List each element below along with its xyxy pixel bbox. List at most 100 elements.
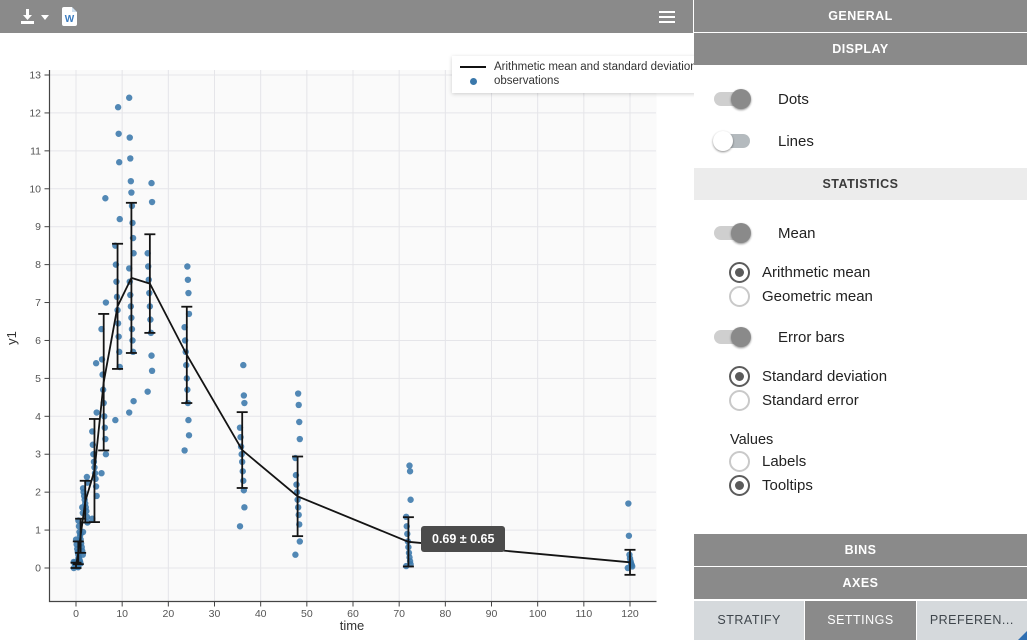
lines-toggle[interactable] bbox=[714, 134, 750, 148]
observation-dot bbox=[296, 402, 302, 408]
tab-stratify[interactable]: STRATIFY bbox=[694, 601, 804, 640]
observation-dot bbox=[115, 333, 121, 339]
observation-dot bbox=[117, 216, 123, 222]
svg-text:10: 10 bbox=[116, 608, 128, 620]
svg-text:7: 7 bbox=[35, 297, 41, 309]
value-tooltip: 0.69 ± 0.65 bbox=[421, 526, 505, 552]
observation-dot bbox=[186, 432, 192, 438]
dots-toggle-row: Dots bbox=[694, 85, 1027, 113]
observation-dot bbox=[127, 134, 133, 140]
svg-text:1: 1 bbox=[35, 525, 41, 537]
labels-option[interactable]: Labels bbox=[694, 449, 1027, 473]
mean-label: Mean bbox=[778, 225, 816, 242]
tooltips-option[interactable]: Tooltips bbox=[694, 473, 1027, 497]
errorbars-toggle-row: Error bars bbox=[694, 323, 1027, 351]
plot-area[interactable]: 0123456789101112130102030405060708090100… bbox=[0, 0, 694, 640]
svg-text:50: 50 bbox=[301, 608, 313, 620]
observation-dot bbox=[126, 95, 132, 101]
observation-dot bbox=[148, 352, 154, 358]
svg-text:0: 0 bbox=[73, 608, 79, 620]
legend-observations-label: observations bbox=[494, 75, 559, 87]
observation-dot bbox=[185, 417, 191, 423]
svg-text:6: 6 bbox=[35, 335, 41, 347]
observation-dot bbox=[148, 180, 154, 186]
svg-text:30: 30 bbox=[209, 608, 221, 620]
observation-dot bbox=[240, 362, 246, 368]
observation-dot bbox=[103, 299, 109, 305]
standard-error-option[interactable]: Standard error bbox=[694, 388, 1027, 412]
settings-panel: GENERAL DISPLAY Dots Lines STATISTICS Me… bbox=[694, 0, 1027, 640]
resize-grip[interactable] bbox=[1018, 631, 1027, 640]
svg-text:9: 9 bbox=[35, 221, 41, 233]
export-download-button[interactable] bbox=[18, 0, 49, 33]
section-header-axes[interactable]: AXES bbox=[694, 567, 1027, 599]
observation-dot bbox=[295, 390, 301, 396]
arithmetic-mean-option[interactable]: Arithmetic mean bbox=[694, 260, 1027, 284]
observation-dot bbox=[241, 392, 247, 398]
observation-dot bbox=[126, 409, 132, 415]
observation-dot bbox=[185, 277, 191, 283]
section-header-bins[interactable]: BINS bbox=[694, 534, 1027, 566]
observation-dot bbox=[115, 104, 121, 110]
observation-dot bbox=[241, 504, 247, 510]
observation-dot bbox=[84, 474, 90, 480]
legend-item-observations: observations bbox=[460, 75, 697, 87]
observation-dot bbox=[129, 220, 135, 226]
tab-settings[interactable]: SETTINGS bbox=[805, 601, 915, 640]
observation-dot bbox=[625, 500, 631, 506]
observation-dot bbox=[130, 398, 136, 404]
observation-dot bbox=[407, 468, 413, 474]
tooltips-radio[interactable] bbox=[729, 475, 750, 496]
mean-toggle-row: Mean bbox=[694, 219, 1027, 247]
observation-dot bbox=[149, 368, 155, 374]
standard-deviation-radio[interactable] bbox=[729, 366, 750, 387]
observation-dot bbox=[185, 290, 191, 296]
svg-text:120: 120 bbox=[621, 608, 639, 620]
observation-dot bbox=[103, 451, 109, 457]
observation-dot bbox=[297, 436, 303, 442]
observation-dot bbox=[297, 538, 303, 544]
svg-text:8: 8 bbox=[35, 259, 41, 271]
app-window: 0123456789101112130102030405060708090100… bbox=[0, 0, 1027, 640]
legend-mean-label: Arithmetic mean and standard deviation bbox=[494, 61, 697, 73]
section-header-display[interactable]: DISPLAY bbox=[694, 33, 1027, 65]
svg-text:4: 4 bbox=[35, 411, 41, 423]
export-word-button[interactable]: W bbox=[62, 0, 77, 33]
section-header-general[interactable]: GENERAL bbox=[694, 0, 1027, 32]
observation-dot bbox=[241, 400, 247, 406]
observation-dot bbox=[128, 178, 134, 184]
svg-text:12: 12 bbox=[29, 107, 41, 119]
geometric-mean-option[interactable]: Geometric mean bbox=[694, 284, 1027, 308]
dots-label: Dots bbox=[778, 91, 809, 108]
menu-button[interactable] bbox=[659, 0, 675, 33]
tab-preferences[interactable]: PREFEREN... bbox=[917, 601, 1027, 640]
observation-dot bbox=[237, 523, 243, 529]
geometric-mean-radio[interactable] bbox=[729, 286, 750, 307]
labels-radio[interactable] bbox=[729, 451, 750, 472]
observation-dot bbox=[406, 462, 412, 468]
observation-dot bbox=[98, 470, 104, 476]
standard-error-radio[interactable] bbox=[729, 390, 750, 411]
svg-text:13: 13 bbox=[29, 70, 41, 82]
observation-dot bbox=[127, 292, 133, 298]
svg-text:90: 90 bbox=[486, 608, 498, 620]
error-bars-toggle[interactable] bbox=[714, 330, 750, 344]
section-header-statistics[interactable]: STATISTICS bbox=[694, 168, 1027, 200]
mean-toggle[interactable] bbox=[714, 226, 750, 240]
y-axis-label: y1 bbox=[4, 331, 19, 345]
mean-line-swatch bbox=[460, 66, 486, 68]
standard-deviation-option[interactable]: Standard deviation bbox=[694, 364, 1027, 388]
observation-dot bbox=[115, 131, 121, 137]
word-document-icon: W bbox=[62, 7, 77, 26]
observation-dot bbox=[296, 512, 302, 518]
observation-dot bbox=[93, 360, 99, 366]
observation-dot bbox=[184, 263, 190, 269]
observation-dot bbox=[93, 409, 99, 415]
observation-dot bbox=[144, 388, 150, 394]
observation-dot bbox=[127, 155, 133, 161]
arithmetic-mean-radio[interactable] bbox=[729, 262, 750, 283]
observation-dot bbox=[128, 189, 134, 195]
dots-toggle[interactable] bbox=[714, 92, 750, 106]
observation-dot bbox=[129, 337, 135, 343]
svg-text:5: 5 bbox=[35, 373, 41, 385]
